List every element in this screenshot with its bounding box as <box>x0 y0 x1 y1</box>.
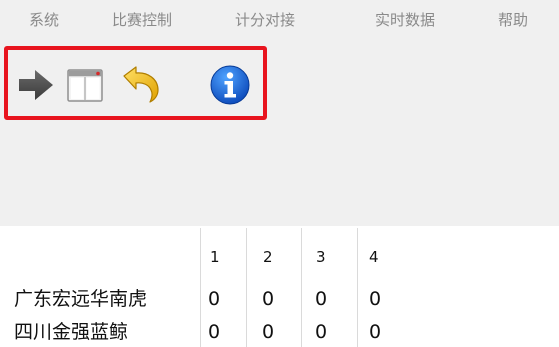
score-home-period-2[interactable]: 0 <box>262 287 274 311</box>
column-divider <box>200 228 201 347</box>
score-away-period-4[interactable]: 0 <box>369 320 381 344</box>
column-header-period-2: 2 <box>263 248 273 266</box>
blank-panel <box>0 126 559 226</box>
info-icon <box>210 65 250 105</box>
app-window: 系统 比赛控制 计分对接 实时数据 帮助 1 2 3 4 广东宏远华南虎 0 0… <box>0 0 559 347</box>
info-button[interactable] <box>207 62 253 108</box>
undo-icon <box>123 66 159 103</box>
forward-button[interactable] <box>13 62 59 108</box>
score-away-period-3[interactable]: 0 <box>315 320 327 344</box>
forward-arrow-icon <box>19 70 53 100</box>
team-name-away: 四川金强蓝鲸 <box>14 321 129 343</box>
undo-button[interactable] <box>118 62 164 108</box>
score-away-period-1[interactable]: 0 <box>208 320 220 344</box>
menu-scoring-integration[interactable]: 计分对接 <box>235 11 295 29</box>
column-divider <box>301 228 302 347</box>
menu-help[interactable]: 帮助 <box>498 11 528 29</box>
score-home-period-1[interactable]: 0 <box>208 287 220 311</box>
column-divider <box>357 228 358 347</box>
column-header-period-4: 4 <box>369 248 379 266</box>
window-layout-button[interactable] <box>62 62 108 108</box>
column-divider <box>246 228 247 347</box>
column-header-period-1: 1 <box>210 248 220 266</box>
menu-realtime-data[interactable]: 实时数据 <box>375 11 435 29</box>
column-header-period-3: 3 <box>316 248 326 266</box>
menu-system[interactable]: 系统 <box>29 11 59 29</box>
menu-match-control[interactable]: 比赛控制 <box>112 11 172 29</box>
toolbar <box>0 42 559 126</box>
score-home-period-3[interactable]: 0 <box>315 287 327 311</box>
scoreboard-grid: 1 2 3 4 广东宏远华南虎 0 0 0 0 四川金强蓝鲸 0 0 0 0 <box>0 226 559 347</box>
team-name-home: 广东宏远华南虎 <box>14 288 148 310</box>
score-home-period-4[interactable]: 0 <box>369 287 381 311</box>
menu-bar: 系统 比赛控制 计分对接 实时数据 帮助 <box>0 0 559 42</box>
window-layout-icon <box>67 69 103 102</box>
score-away-period-2[interactable]: 0 <box>262 320 274 344</box>
